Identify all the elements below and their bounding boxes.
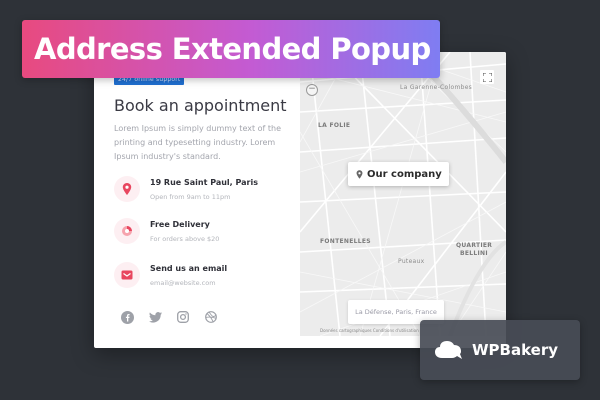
marker-pin-icon <box>356 169 363 179</box>
dribbble-icon[interactable] <box>204 310 218 324</box>
map-streets <box>300 52 506 336</box>
contact-delivery-label: Free Delivery <box>150 220 210 229</box>
popup-info-panel: 24/7 online support Book an appointment … <box>94 52 300 348</box>
contact-email-sub: email@website.com <box>150 279 216 287</box>
map-label-la-garenne: La Garenne-Colombes <box>400 84 473 91</box>
heading-banner: Address Extended Popup <box>22 20 440 78</box>
wpbakery-badge: WPBakery <box>420 320 580 380</box>
location-pin-icon <box>114 176 140 202</box>
location-map[interactable]: La Garenne-Colombes LA FOLIE FONTENELLES… <box>300 52 506 336</box>
contact-address-label: 19 Rue Saint Paul, Paris <box>150 178 258 187</box>
email-icon <box>114 262 140 288</box>
stage: 24/7 online support Book an appointment … <box>0 0 600 400</box>
contact-address: 19 Rue Saint Paul, Paris Open from 9am t… <box>114 176 300 212</box>
map-marker-label: Our company <box>367 168 442 180</box>
map-label-la-folie: LA FOLIE <box>318 122 351 129</box>
delivery-icon <box>114 218 140 244</box>
popup-description: Lorem Ipsum is simply dummy text of the … <box>114 124 282 161</box>
map-label-fontenelles: FONTENELLES <box>320 238 371 245</box>
cloud-icon <box>435 341 462 359</box>
contact-email: Send us an email email@website.com <box>114 262 300 298</box>
contact-delivery-sub: For orders above $20 <box>150 235 220 243</box>
contact-email-label: Send us an email <box>150 264 228 273</box>
map-attribution[interactable]: Données cartographiques Conditions d'uti… <box>320 328 419 336</box>
contact-address-sub: Open from 9am to 11pm <box>150 193 231 201</box>
facebook-icon[interactable] <box>120 310 134 324</box>
map-label-puteaux: Puteaux <box>398 258 425 265</box>
map-zoom-button[interactable]: − <box>306 84 318 96</box>
appointment-popup: 24/7 online support Book an appointment … <box>94 52 506 348</box>
fullscreen-icon[interactable] <box>480 70 494 84</box>
popup-title: Book an appointment <box>114 96 287 115</box>
social-links <box>120 310 218 324</box>
map-marker[interactable]: Our company <box>348 162 449 186</box>
map-label-quartier: QUARTIER <box>456 242 493 249</box>
wpbakery-brand: WPBakery <box>472 341 559 359</box>
contact-delivery: Free Delivery For orders above $20 <box>114 218 300 254</box>
twitter-icon[interactable] <box>148 310 162 324</box>
map-label-bellini: BELLINI <box>460 250 488 257</box>
heading-title: Address Extended Popup <box>34 32 431 66</box>
instagram-icon[interactable] <box>176 310 190 324</box>
